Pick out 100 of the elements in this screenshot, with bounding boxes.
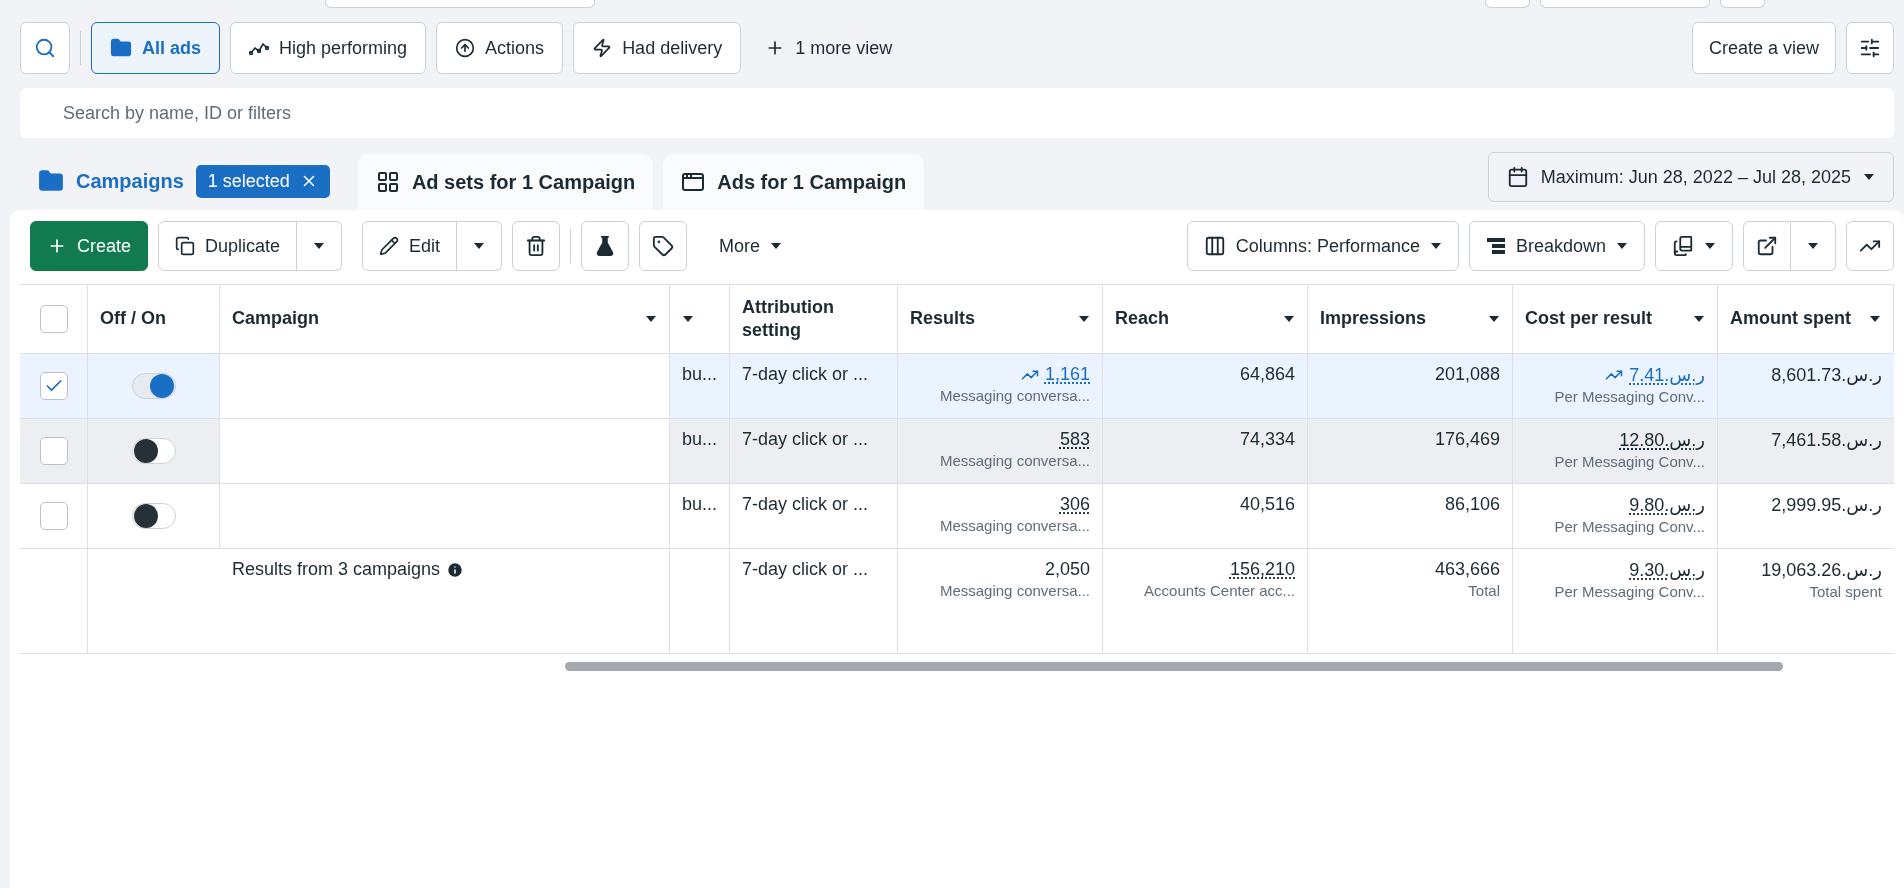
table-cell: 201,088 bbox=[1434, 364, 1500, 385]
view-tab[interactable]: All ads bbox=[91, 22, 221, 74]
cell-caption: Per Messaging Conv... bbox=[1554, 453, 1705, 470]
search-field[interactable]: Search by name, ID or filters bbox=[20, 88, 1894, 138]
table-cell: 463,666 bbox=[1434, 559, 1500, 580]
checkbox[interactable] bbox=[39, 305, 68, 333]
value-text: 583 bbox=[1059, 429, 1090, 450]
columns-icon bbox=[1203, 235, 1226, 257]
caret-icon bbox=[1616, 242, 1628, 250]
more-button[interactable]: More bbox=[697, 220, 805, 272]
arrow-up-circle-icon bbox=[455, 38, 476, 58]
delete-button[interactable] bbox=[512, 221, 561, 271]
search-icon bbox=[34, 37, 56, 59]
table-cell: 74,334 bbox=[1239, 429, 1295, 450]
lightning-icon bbox=[592, 38, 613, 58]
create-view-button[interactable]: Create a view bbox=[1691, 22, 1836, 74]
columns-button[interactable]: Columns: Performance bbox=[1186, 221, 1459, 271]
toggle-switch[interactable] bbox=[131, 503, 176, 529]
value-link[interactable]: 7.41.ر.س bbox=[1605, 364, 1705, 386]
books-icon bbox=[1672, 235, 1694, 257]
cell-caption: Total bbox=[1468, 582, 1500, 599]
table-cell: 7-day click or ... bbox=[742, 429, 869, 450]
caret-icon bbox=[473, 242, 486, 250]
table-cell: 156,210 bbox=[1229, 559, 1295, 580]
column-header[interactable]: Campaign bbox=[232, 307, 319, 331]
window-icon bbox=[681, 170, 706, 194]
create-button[interactable]: Create bbox=[30, 221, 149, 271]
table-cell: 8,601.73.ر.س bbox=[1771, 364, 1882, 386]
column-header[interactable]: Reach bbox=[1115, 307, 1170, 331]
cell-caption: Total spent bbox=[1809, 583, 1882, 600]
date-range-button[interactable]: Maximum: Jun 28, 2022 – Jul 28, 2025 bbox=[1487, 152, 1894, 202]
folder-icon bbox=[110, 37, 132, 59]
settings-button[interactable] bbox=[1846, 22, 1894, 74]
edit-button[interactable]: Edit bbox=[362, 221, 458, 271]
table-cell: 7,461.58.ر.س bbox=[1771, 429, 1882, 451]
stacked-bars-icon bbox=[1485, 237, 1506, 255]
copy-icon bbox=[175, 236, 196, 256]
table-cell: bu... bbox=[682, 364, 718, 385]
cell-caption: Messaging conversa... bbox=[939, 582, 1090, 599]
cell-caption: Per Messaging Conv... bbox=[1554, 388, 1705, 405]
toggle-switch[interactable] bbox=[131, 438, 176, 464]
caret-icon bbox=[313, 242, 326, 250]
column-header[interactable]: Cost per result bbox=[1525, 307, 1653, 331]
table-cell: 176,469 bbox=[1434, 429, 1500, 450]
caret-icon bbox=[1863, 173, 1875, 181]
value-text: 9.80.ر.س bbox=[1629, 494, 1705, 516]
value-text: 12.80.ر.س bbox=[1619, 429, 1705, 451]
export-icon bbox=[1756, 235, 1778, 257]
column-header[interactable]: Amount spent bbox=[1730, 307, 1851, 331]
view-tab[interactable]: Actions bbox=[436, 22, 564, 74]
column-header[interactable]: Impressions bbox=[1320, 307, 1427, 331]
horizontal-scrollbar[interactable] bbox=[565, 662, 1783, 671]
sparkline-icon bbox=[249, 40, 270, 56]
search-button[interactable] bbox=[20, 22, 70, 74]
cell-caption: Accounts Center acc... bbox=[1144, 582, 1295, 599]
checkbox[interactable] bbox=[39, 437, 68, 465]
tag-button[interactable] bbox=[639, 221, 688, 271]
sliders-icon bbox=[1859, 37, 1881, 59]
toggle-switch[interactable] bbox=[131, 373, 176, 399]
cell-caption: Per Messaging Conv... bbox=[1554, 518, 1705, 535]
table-cell: bu... bbox=[682, 494, 718, 515]
table-cell: 40,516 bbox=[1239, 494, 1295, 515]
duplicate-button[interactable]: Duplicate bbox=[158, 221, 298, 271]
table-cell: 86,106 bbox=[1444, 494, 1500, 515]
caret-icon bbox=[1807, 242, 1819, 250]
chart-button[interactable] bbox=[1846, 221, 1894, 271]
checkbox[interactable] bbox=[39, 372, 68, 400]
trash-icon bbox=[525, 235, 548, 257]
test-button[interactable] bbox=[581, 221, 630, 271]
column-header[interactable]: Attribution setting bbox=[742, 295, 885, 343]
cell-caption: Messaging conversa... bbox=[939, 452, 1090, 469]
cell-caption: Messaging conversa... bbox=[939, 387, 1090, 404]
table-cell: 7-day click or ... bbox=[742, 559, 869, 580]
level-tab[interactable]: Ads for 1 Campaign bbox=[663, 154, 925, 210]
value-text: 306 bbox=[1059, 494, 1090, 515]
checkbox[interactable] bbox=[39, 502, 68, 530]
level-tab[interactable]: Ad sets for 1 Campaign bbox=[357, 154, 654, 210]
export-button[interactable] bbox=[1743, 221, 1791, 271]
cell-caption: Messaging conversa... bbox=[939, 517, 1090, 534]
tag-icon bbox=[652, 235, 675, 257]
table-cell: 19,063.26.ر.س bbox=[1761, 559, 1882, 581]
grid-icon bbox=[375, 170, 400, 194]
cell-caption: Per Messaging Conv... bbox=[1554, 583, 1705, 600]
more-views-button[interactable]: 1 more view bbox=[751, 22, 907, 74]
cut-off-field[interactable] bbox=[325, 0, 595, 8]
view-tab[interactable]: Had delivery bbox=[573, 22, 742, 74]
table-cell: bu... bbox=[682, 429, 718, 450]
pencil-icon bbox=[379, 236, 400, 256]
caret-icon bbox=[1429, 242, 1442, 250]
caret-icon bbox=[1704, 242, 1716, 250]
value-link[interactable]: 1,161 bbox=[1020, 364, 1090, 385]
column-header[interactable]: Off / On bbox=[100, 307, 166, 331]
reports-button[interactable] bbox=[1655, 221, 1733, 271]
folder-icon bbox=[38, 168, 64, 194]
selection-badge[interactable]: 1 selected bbox=[195, 164, 330, 198]
column-header[interactable]: Results bbox=[910, 307, 976, 331]
breakdown-button[interactable]: Breakdown bbox=[1468, 221, 1645, 271]
view-tab[interactable]: High performing bbox=[230, 22, 427, 74]
table-cell: 64,864 bbox=[1239, 364, 1295, 385]
table-cell: 9.30.ر.س bbox=[1629, 559, 1705, 581]
